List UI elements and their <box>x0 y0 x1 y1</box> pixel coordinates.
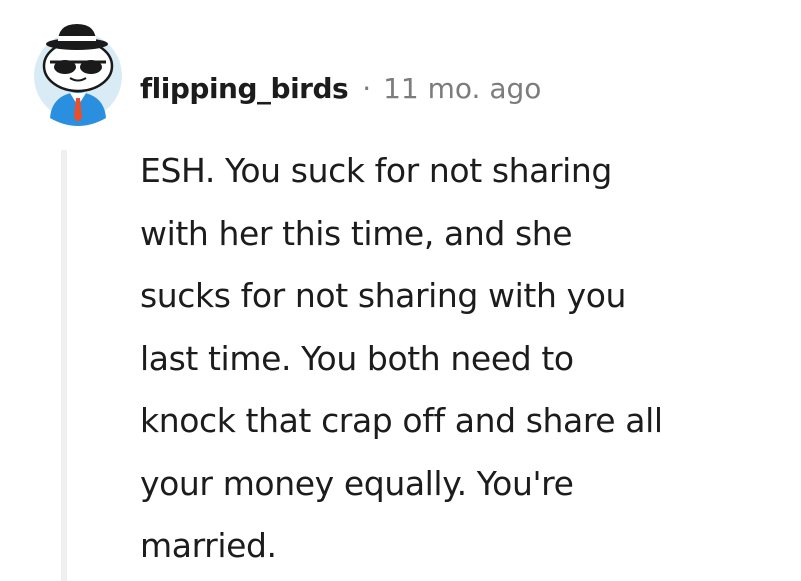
comment-body: ESH. You suck for not sharing with her t… <box>140 140 795 578</box>
author-username[interactable]: flipping_birds <box>140 72 349 105</box>
comment-timestamp[interactable]: 11 mo. ago <box>383 72 541 105</box>
comment-header: flipping_birds · 11 mo. ago <box>140 66 541 110</box>
user-avatar[interactable] <box>20 14 136 130</box>
meta-separator: · <box>362 71 372 105</box>
comment-body-line: last time. You both need to <box>140 338 574 378</box>
comment-body-line: your money equally. You're <box>140 463 574 503</box>
comment-body-line: married. <box>140 526 277 565</box>
thread-line[interactable] <box>61 150 67 581</box>
comment-body-line: ESH. You suck for not sharing <box>140 151 612 190</box>
comment-body-line: knock that crap off and share all <box>140 401 663 440</box>
snoo-avatar-icon <box>34 24 122 126</box>
comment-body-line: with her this time, and she <box>140 213 573 253</box>
comment: flipping_birds · 11 mo. ago ESH. You suc… <box>0 0 801 581</box>
comment-body-line: sucks for not sharing with you <box>140 276 626 315</box>
